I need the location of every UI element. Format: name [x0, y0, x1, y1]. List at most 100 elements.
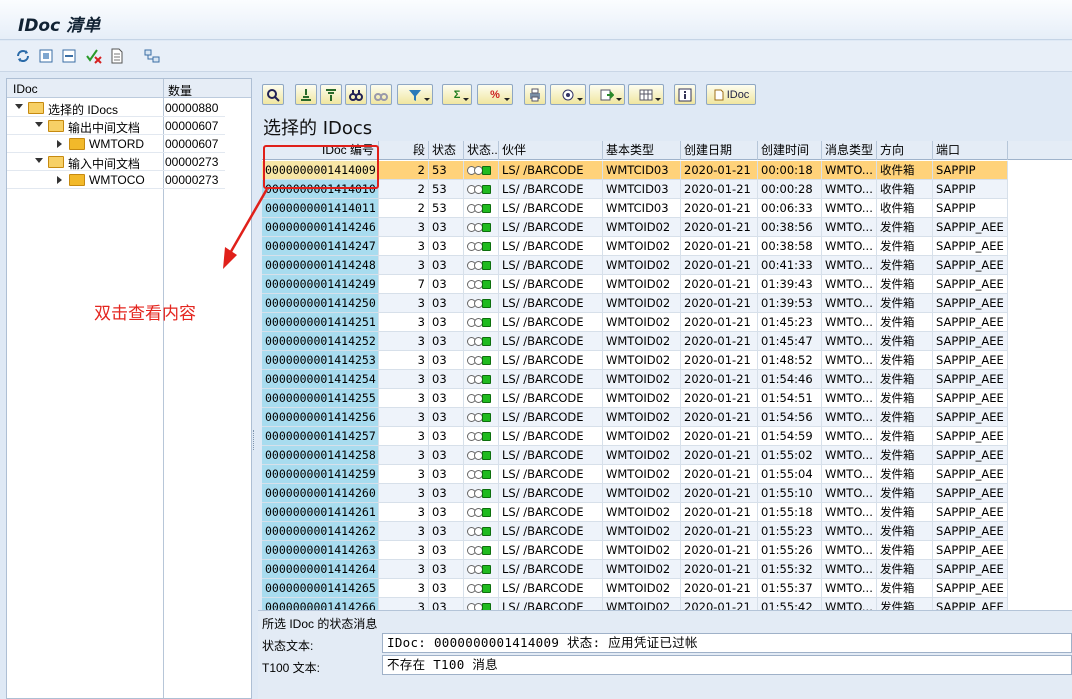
status-lights-icon [464, 503, 499, 522]
direction-cell: 发件箱 [877, 541, 933, 560]
table-row[interactable]: 0000000001414258 3 03 LS/ /BARCODE WMTOID02 2… [262, 446, 1008, 465]
column-header[interactable]: 创建时间 [758, 141, 822, 160]
find-next-icon[interactable] [370, 84, 392, 105]
created-time-cell: 01:55:32 [758, 560, 822, 579]
column-header[interactable]: 状态... [464, 141, 499, 160]
column-header[interactable]: 基本类型 [603, 141, 681, 160]
t100-text-field[interactable]: 不存在 T100 消息 [382, 655, 1072, 675]
tree-node-label: 输入中间文档 [68, 157, 141, 171]
basic-type-cell: WMTOID02 [603, 332, 681, 351]
table-row[interactable]: 0000000001414254 3 03 LS/ /BARCODE WMTOID02 2… [262, 370, 1008, 389]
expanded-arrow-icon[interactable] [35, 122, 43, 127]
created-date-cell: 2020-01-21 [681, 408, 758, 427]
document-icon[interactable] [108, 47, 126, 65]
info-icon[interactable] [674, 84, 696, 105]
created-date-cell: 2020-01-21 [681, 465, 758, 484]
table-row[interactable]: 0000000001414257 3 03 LS/ /BARCODE WMTOID02 2… [262, 427, 1008, 446]
created-time-cell: 01:55:26 [758, 541, 822, 560]
segment-count-cell: 3 [379, 370, 429, 389]
delete-check-icon[interactable] [85, 47, 103, 65]
created-time-cell: 01:54:51 [758, 389, 822, 408]
idoc-number-cell: 0000000001414263 [262, 541, 379, 560]
status-lights-icon [464, 465, 499, 484]
partner-cell: LS/ /BARCODE [499, 484, 603, 503]
table-row[interactable]: 0000000001414264 3 03 LS/ /BARCODE WMTOID02 2… [262, 560, 1008, 579]
status-lights-icon [464, 294, 499, 313]
table-row[interactable]: 0000000001414252 3 03 LS/ /BARCODE WMTOID02 2… [262, 332, 1008, 351]
layout-icon[interactable] [628, 84, 664, 105]
refresh-icon[interactable] [14, 47, 32, 65]
partner-cell: LS/ /BARCODE [499, 294, 603, 313]
created-date-cell: 2020-01-21 [681, 446, 758, 465]
status-cell: 03 [429, 275, 464, 294]
status-cell: 03 [429, 503, 464, 522]
expanded-arrow-icon[interactable] [35, 158, 43, 163]
tree-node-label: 输出中间文档 [68, 121, 141, 135]
table-row[interactable]: 0000000001414011 2 53 LS/ /BARCODE WMTCID03 2… [262, 199, 1008, 218]
subtotal-icon[interactable]: % [477, 84, 513, 105]
tree-node-selected-idocs[interactable]: 选择的 IDocs 00000880 [7, 99, 225, 117]
direction-cell: 发件箱 [877, 275, 933, 294]
sort-ascending-icon[interactable] [295, 84, 317, 105]
tree-node-wmtoco[interactable]: WMTOCO 00000273 [7, 171, 225, 189]
basic-type-cell: WMTOID02 [603, 237, 681, 256]
table-row[interactable]: 0000000001414253 3 03 LS/ /BARCODE WMTOID02 2… [262, 351, 1008, 370]
table-row[interactable]: 0000000001414255 3 03 LS/ /BARCODE WMTOID02 2… [262, 389, 1008, 408]
tree-node-inbound[interactable]: 输入中间文档 00000273 [7, 153, 225, 171]
tree-node-wmtord[interactable]: WMTORD 00000607 [7, 135, 225, 153]
table-row[interactable]: 0000000001414251 3 03 LS/ /BARCODE WMTOID02 2… [262, 313, 1008, 332]
filter-icon[interactable] [397, 84, 433, 105]
partner-cell: LS/ /BARCODE [499, 218, 603, 237]
collapsed-arrow-icon[interactable] [57, 140, 62, 148]
column-header[interactable]: 方向 [877, 141, 933, 160]
column-header[interactable]: 伙伴 [499, 141, 603, 160]
hierarchy-icon[interactable] [143, 47, 161, 65]
table-row[interactable]: 0000000001414256 3 03 LS/ /BARCODE WMTOID02 2… [262, 408, 1008, 427]
details-icon[interactable] [262, 84, 284, 105]
status-lights-icon [464, 161, 499, 180]
table-row[interactable]: 0000000001414246 3 03 LS/ /BARCODE WMTOID02 2… [262, 218, 1008, 237]
basic-type-cell: WMTOID02 [603, 522, 681, 541]
created-date-cell: 2020-01-21 [681, 389, 758, 408]
message-type-cell: WMTO... [822, 237, 877, 256]
table-row[interactable]: 0000000001414250 3 03 LS/ /BARCODE WMTOID02 2… [262, 294, 1008, 313]
direction-cell: 发件箱 [877, 389, 933, 408]
idoc-button[interactable]: IDoc [706, 84, 756, 105]
table-row[interactable]: 0000000001414261 3 03 LS/ /BARCODE WMTOID02 2… [262, 503, 1008, 522]
table-row[interactable]: 0000000001414262 3 03 LS/ /BARCODE WMTOID02 2… [262, 522, 1008, 541]
column-header[interactable]: 状态 [429, 141, 464, 160]
views-icon[interactable] [550, 84, 586, 105]
export-icon[interactable] [589, 84, 625, 105]
table-row[interactable]: 0000000001414259 3 03 LS/ /BARCODE WMTOID02 2… [262, 465, 1008, 484]
status-text-field[interactable]: IDoc: 0000000001414009 状态: 应用凭证已过帐 [382, 633, 1072, 653]
column-header[interactable]: 端口 [933, 141, 1008, 160]
table-row[interactable]: 0000000001414265 3 03 LS/ /BARCODE WMTOID02 2… [262, 579, 1008, 598]
basic-type-cell: WMTOID02 [603, 427, 681, 446]
collapsed-arrow-icon[interactable] [57, 176, 62, 184]
table-row[interactable]: 0000000001414248 3 03 LS/ /BARCODE WMTOID02 2… [262, 256, 1008, 275]
expanded-arrow-icon[interactable] [15, 104, 23, 109]
print-icon[interactable] [524, 84, 546, 105]
column-header[interactable]: 创建日期 [681, 141, 758, 160]
table-row[interactable]: 0000000001414249 7 03 LS/ /BARCODE WMTOID02 2… [262, 275, 1008, 294]
sum-icon[interactable]: Σ [442, 84, 472, 105]
segment-count-cell: 3 [379, 294, 429, 313]
expand-icon[interactable] [37, 47, 55, 65]
open-folder-icon [48, 156, 64, 168]
port-cell: SAPPIP_AEE [933, 484, 1008, 503]
segment-count-cell: 2 [379, 180, 429, 199]
collapse-icon[interactable] [60, 47, 78, 65]
status-cell: 03 [429, 522, 464, 541]
table-row[interactable]: 0000000001414263 3 03 LS/ /BARCODE WMTOID02 2… [262, 541, 1008, 560]
tree-node-outbound[interactable]: 输出中间文档 00000607 [7, 117, 225, 135]
find-icon[interactable] [345, 84, 367, 105]
column-header[interactable]: 消息类型 [822, 141, 877, 160]
table-row[interactable]: 0000000001414247 3 03 LS/ /BARCODE WMTOID02 2… [262, 237, 1008, 256]
sort-descending-icon[interactable] [320, 84, 342, 105]
table-row[interactable]: 0000000001414260 3 03 LS/ /BARCODE WMTOID02 2… [262, 484, 1008, 503]
status-cell: 03 [429, 427, 464, 446]
pane-splitter[interactable] [253, 430, 256, 450]
status-lights-icon [464, 541, 499, 560]
column-header[interactable]: 段 [379, 141, 429, 160]
created-date-cell: 2020-01-21 [681, 560, 758, 579]
